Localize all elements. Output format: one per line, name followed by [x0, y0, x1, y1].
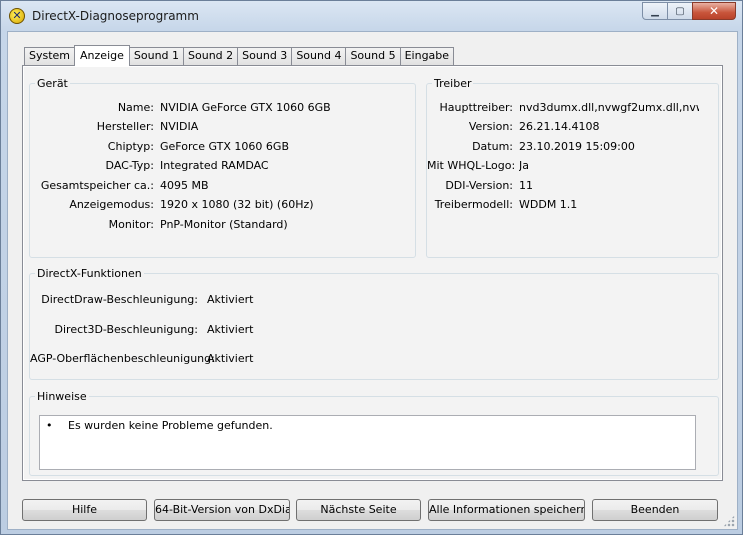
tab-system[interactable]: System [24, 47, 76, 65]
device-mode-label: Anzeigemodus: [69, 198, 154, 211]
driver-date-value: 23.10.2019 15:09:00 [519, 140, 635, 153]
driver-model-label: Treibermodell: [434, 198, 513, 211]
device-dac-value: Integrated RAMDAC [160, 159, 269, 172]
tab-anzeige[interactable]: Anzeige [74, 45, 130, 66]
tab-eingabe[interactable]: Eingabe [399, 47, 455, 65]
help-button[interactable]: Hilfe [22, 499, 147, 521]
device-memory-value: 4095 MB [160, 179, 209, 192]
driver-main-label: Haupttreiber: [439, 101, 513, 114]
device-row-manufacturer: Hersteller: NVIDIA [30, 120, 415, 134]
client-area: System Anzeige Sound 1 Sound 2 Sound 3 S… [7, 31, 738, 530]
driver-version-label: Version: [468, 120, 513, 133]
driver-legend: Treiber [434, 77, 472, 90]
minimize-button[interactable]: ▁ [642, 2, 668, 20]
driver-ddi-label: DDI-Version: [445, 179, 513, 192]
note-item: • Es wurden keine Probleme gefunden. [46, 419, 689, 432]
note-text: Es wurden keine Probleme gefunden. [68, 419, 273, 432]
agp-label: AGP-Oberflächenbeschleunigung: [30, 352, 215, 365]
title-bar[interactable]: ✕ DirectX-Diagnoseprogramm ▁ ▢ ✕ [1, 1, 742, 31]
driver-model-value: WDDM 1.1 [519, 198, 578, 211]
device-name-label: Name: [117, 101, 154, 114]
feature-row-directdraw: DirectDraw-Beschleunigung: Aktiviert [30, 293, 718, 307]
minimize-icon: ▁ [651, 5, 659, 17]
bullet-icon: • [46, 419, 53, 432]
feature-row-direct3d: Direct3D-Beschleunigung: Aktiviert [30, 323, 718, 337]
device-row-memory: Gesamtspeicher ca.: 4095 MB [30, 179, 415, 193]
maximize-button[interactable]: ▢ [667, 2, 693, 20]
dxdiag-window: ✕ DirectX-Diagnoseprogramm ▁ ▢ ✕ System … [0, 0, 743, 535]
driver-ddi-value: 11 [519, 179, 533, 192]
caption-buttons: ▁ ▢ ✕ [642, 2, 736, 20]
notes-textbox[interactable]: • Es wurden keine Probleme gefunden. [39, 415, 696, 470]
driver-row-main: Haupttreiber: nvd3dumx.dll,nvwgf2umx.dll… [427, 101, 718, 115]
driver-row-ddi: DDI-Version: 11 [427, 179, 718, 193]
features-legend: DirectX-Funktionen [37, 267, 142, 280]
device-chip-value: GeForce GTX 1060 6GB [160, 140, 289, 153]
close-icon: ✕ [708, 4, 720, 18]
driver-row-model: Treibermodell: WDDM 1.1 [427, 198, 718, 212]
device-monitor-label: Monitor: [108, 218, 154, 231]
dxdiag-64bit-button[interactable]: 64-Bit-Version von DxDiag [154, 499, 290, 521]
direct3d-value: Aktiviert [207, 323, 254, 336]
button-bar: Hilfe 64-Bit-Version von DxDiag Nächste … [22, 499, 722, 523]
notes-legend: Hinweise [37, 390, 87, 403]
device-row-mode: Anzeigemodus: 1920 x 1080 (32 bit) (60Hz… [30, 198, 415, 212]
notes-group: Hinweise • Es wurden keine Probleme gefu… [29, 390, 719, 476]
next-page-button[interactable]: Nächste Seite [296, 499, 421, 521]
device-chip-label: Chiptyp: [107, 140, 154, 153]
driver-row-whql: Mit WHQL-Logo: Ja [427, 159, 718, 173]
driver-version-value: 26.21.14.4108 [519, 120, 600, 133]
device-mode-value: 1920 x 1080 (32 bit) (60Hz) [160, 198, 314, 211]
tab-sound-3[interactable]: Sound 3 [237, 47, 293, 65]
feature-row-agp: AGP-Oberflächenbeschleunigung: Aktiviert [30, 352, 718, 366]
device-manufacturer-label: Hersteller: [96, 120, 154, 133]
save-all-button[interactable]: Alle Informationen speichern... [428, 499, 585, 521]
device-group: Gerät Name: NVIDIA GeForce GTX 1060 6GB … [29, 77, 416, 258]
driver-group: Treiber Haupttreiber: nvd3dumx.dll,nvwgf… [426, 77, 719, 258]
device-row-dac: DAC-Typ: Integrated RAMDAC [30, 159, 415, 173]
tab-sound-5[interactable]: Sound 5 [345, 47, 401, 65]
device-manufacturer-value: NVIDIA [160, 120, 199, 133]
directx-features-group: DirectX-Funktionen DirectDraw-Beschleuni… [29, 267, 719, 380]
tab-panel-anzeige: Gerät Name: NVIDIA GeForce GTX 1060 6GB … [22, 65, 723, 481]
driver-whql-label: Mit WHQL-Logo: [427, 159, 516, 172]
device-row-name: Name: NVIDIA GeForce GTX 1060 6GB [30, 101, 415, 115]
device-legend: Gerät [37, 77, 68, 90]
driver-row-date: Datum: 23.10.2019 15:09:00 [427, 140, 718, 154]
window-title: DirectX-Diagnoseprogramm [32, 9, 199, 23]
tab-sound-1[interactable]: Sound 1 [128, 47, 185, 65]
exit-button[interactable]: Beenden [592, 499, 718, 521]
maximize-icon: ▢ [675, 5, 685, 17]
device-dac-label: DAC-Typ: [105, 159, 154, 172]
directdraw-label: DirectDraw-Beschleunigung: [41, 293, 198, 306]
driver-date-label: Datum: [472, 140, 513, 153]
device-memory-label: Gesamtspeicher ca.: [40, 179, 154, 192]
driver-row-version: Version: 26.21.14.4108 [427, 120, 718, 134]
agp-value: Aktiviert [207, 352, 254, 365]
resize-grip[interactable] [723, 515, 735, 527]
driver-whql-value: Ja [519, 159, 529, 172]
device-row-chip: Chiptyp: GeForce GTX 1060 6GB [30, 140, 415, 154]
driver-main-value: nvd3dumx.dll,nvwgf2umx.dll,nvwgf2 [519, 101, 699, 114]
tab-sound-2[interactable]: Sound 2 [183, 47, 239, 65]
directdraw-value: Aktiviert [207, 293, 254, 306]
device-name-value: NVIDIA GeForce GTX 1060 6GB [160, 101, 331, 114]
close-button[interactable]: ✕ [692, 2, 736, 20]
panel-body: Gerät Name: NVIDIA GeForce GTX 1060 6GB … [24, 67, 721, 479]
direct3d-label: Direct3D-Beschleunigung: [54, 323, 198, 336]
directx-icon: ✕ [9, 8, 25, 24]
tab-strip: System Anzeige Sound 1 Sound 2 Sound 3 S… [24, 45, 455, 66]
tab-sound-4[interactable]: Sound 4 [291, 47, 347, 65]
device-monitor-value: PnP-Monitor (Standard) [160, 218, 288, 231]
device-row-monitor: Monitor: PnP-Monitor (Standard) [30, 218, 415, 232]
